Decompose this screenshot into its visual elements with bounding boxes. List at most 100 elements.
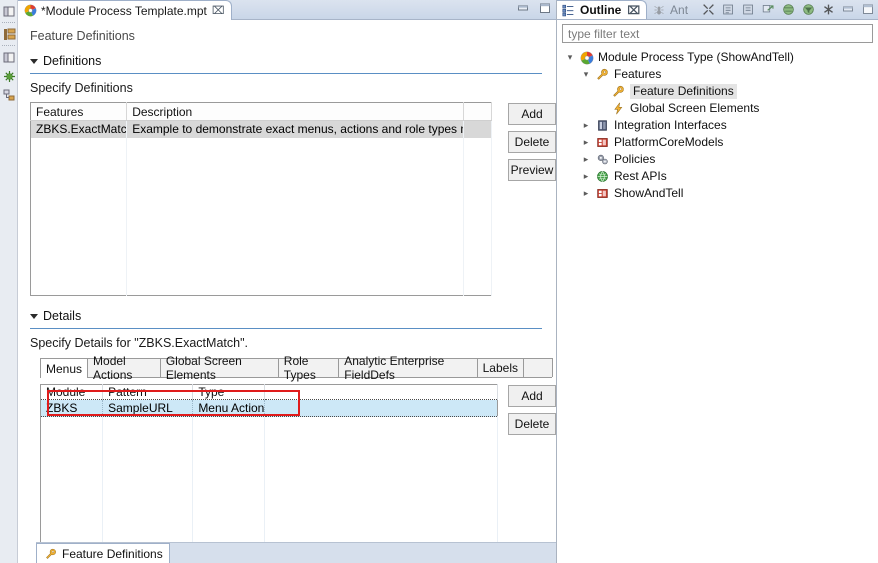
lightning-icon — [611, 101, 626, 116]
tab-outline-label: Outline — [580, 3, 622, 17]
close-icon[interactable]: ⌧ — [212, 4, 225, 17]
definitions-section-header[interactable]: Definitions — [30, 54, 556, 68]
hide-fields-icon[interactable] — [821, 2, 836, 17]
column-header-pattern[interactable]: Pattern — [102, 384, 194, 400]
tree-label: PlatformCoreModels — [614, 135, 724, 149]
column-header-description[interactable]: Description — [126, 102, 464, 121]
chevron-right-icon-integration[interactable]: ▸ — [581, 120, 591, 131]
chevron-down-icon-details[interactable] — [30, 313, 38, 319]
add-button[interactable]: Add — [508, 103, 556, 125]
details-buttons: Add Delete — [508, 385, 556, 435]
maximize-view-icon[interactable] — [861, 2, 876, 17]
tree-node-feature-definitions[interactable]: Feature Definitions — [557, 83, 878, 100]
tree-node-rest-apis[interactable]: ▸ Rest APIs — [557, 168, 878, 185]
perspective-icon[interactable] — [1, 3, 17, 19]
sort-icon[interactable] — [781, 2, 796, 17]
hierarchy-icon[interactable] — [1, 87, 17, 103]
details-section-header[interactable]: Details — [30, 309, 556, 323]
outline-tab-bar: Outline ⌧ Ant — [557, 0, 878, 20]
outline-tree: ▾ Module Process Type (ShowAndTell) ▾ Fe… — [557, 49, 878, 202]
tree-label: Features — [614, 67, 662, 81]
tab-analytic-enterprise-fielddefs[interactable]: Analytic Enterprise FieldDefs — [338, 354, 478, 382]
table-row[interactable]: ZBKS.ExactMatch Example to demonstrate e… — [30, 120, 493, 138]
details-table[interactable]: Module Pattern Type ZBKS SampleURL Menu … — [39, 384, 498, 551]
fast-view-bar[interactable] — [0, 0, 18, 563]
preview-button[interactable]: Preview — [508, 159, 556, 181]
chevron-down-icon[interactable] — [30, 58, 38, 64]
cell-blank — [463, 120, 493, 138]
filter-icon[interactable] — [801, 2, 816, 17]
collapse-node-icon[interactable] — [741, 2, 756, 17]
tab-strip-filler — [523, 358, 553, 377]
tab-global-screen-elements[interactable]: Global Screen Elements — [159, 354, 279, 382]
column-header-blank-2 — [264, 384, 498, 400]
view-icon[interactable] — [1, 49, 17, 65]
tree-label: Global Screen Elements — [630, 101, 760, 115]
fastbar-divider-2 — [2, 45, 15, 46]
editor-window-buttons — [517, 2, 552, 15]
column-header-features[interactable]: Features — [30, 102, 128, 121]
wrench-icon — [43, 546, 58, 561]
tree-label: Module Process Type (ShowAndTell) — [598, 50, 794, 64]
fastbar-divider — [2, 22, 15, 23]
collapse-all-icon[interactable] — [701, 2, 716, 17]
form-tab-feature-definitions[interactable]: Feature Definitions — [36, 543, 170, 563]
maximize-editor-button[interactable] — [539, 2, 552, 15]
tree-label: Feature Definitions — [630, 84, 737, 99]
tree-node-features[interactable]: ▾ Features — [557, 66, 878, 83]
close-icon-outline[interactable]: ⌧ — [627, 4, 640, 17]
table-empty-row — [30, 137, 493, 155]
wrench-icon — [611, 84, 626, 99]
definitions-table[interactable]: Features Description ZBKS.ExactMatch Exa… — [30, 102, 493, 296]
tab-labels[interactable]: Labels — [476, 358, 524, 377]
table-empty-row — [40, 433, 498, 451]
module-process-type-icon — [579, 50, 594, 65]
tree-node-platformcoremodels[interactable]: ▸ PlatformCoreModels — [557, 134, 878, 151]
details-add-button[interactable]: Add — [508, 385, 556, 407]
delete-button[interactable]: Delete — [508, 131, 556, 153]
details-delete-button[interactable]: Delete — [508, 413, 556, 435]
minimize-editor-button[interactable] — [517, 2, 530, 15]
tree-label: Rest APIs — [614, 169, 667, 183]
tab-menus[interactable]: Menus — [40, 358, 89, 378]
filter-input[interactable]: type filter text — [562, 24, 873, 43]
tree-node-global-screen-elements[interactable]: Global Screen Elements — [557, 100, 878, 117]
column-header-type[interactable]: Type — [192, 384, 266, 400]
model-icon — [595, 186, 610, 201]
minimize-view-icon[interactable] — [841, 2, 856, 17]
chevron-right-icon-platform[interactable]: ▸ — [581, 137, 591, 148]
editor-tab-title: *Module Process Template.mpt — [41, 3, 207, 18]
chevron-down-icon-root[interactable]: ▾ — [565, 52, 575, 63]
gears-icon — [595, 152, 610, 167]
details-separator — [30, 328, 542, 329]
cell-pattern: SampleURL — [102, 399, 194, 417]
table-empty-row — [40, 450, 498, 551]
chevron-right-icon-showandtell[interactable]: ▸ — [581, 188, 591, 199]
expand-node-icon[interactable] — [721, 2, 736, 17]
table-empty-row — [40, 416, 498, 434]
definitions-separator — [30, 73, 542, 74]
filter-placeholder: type filter text — [568, 26, 640, 41]
tree-node-showandtell[interactable]: ▸ ShowAndTell — [557, 185, 878, 202]
outline-icon — [561, 3, 576, 18]
tab-model-actions[interactable]: Model Actions — [87, 354, 161, 382]
module-process-type-icon — [23, 3, 38, 18]
debug-icon[interactable] — [1, 68, 17, 84]
tree-node-integration-interfaces[interactable]: ▸ Integration Interfaces — [557, 117, 878, 134]
chevron-right-icon-policies[interactable]: ▸ — [581, 154, 591, 165]
outline-view-icon[interactable] — [1, 26, 17, 42]
chevron-right-icon-rest[interactable]: ▸ — [581, 171, 591, 182]
table-row[interactable]: ZBKS SampleURL Menu Action — [39, 399, 498, 417]
definitions-buttons: Add Delete Preview — [508, 103, 556, 181]
tab-outline[interactable]: Outline ⌧ — [557, 0, 648, 19]
tree-node-module-process-type[interactable]: ▾ Module Process Type (ShowAndTell) — [557, 49, 878, 66]
tree-node-policies[interactable]: ▸ Policies — [557, 151, 878, 168]
cell-description: Example to demonstrate exact menus, acti… — [126, 120, 464, 138]
tab-role-types[interactable]: Role Types — [277, 354, 340, 382]
chevron-down-icon-features[interactable]: ▾ — [581, 69, 591, 80]
column-header-module[interactable]: Module — [40, 384, 104, 400]
link-with-editor-icon[interactable] — [761, 2, 776, 17]
editor-tab-module-process-template[interactable]: *Module Process Template.mpt ⌧ — [18, 0, 232, 20]
form-tab-label: Feature Definitions — [62, 546, 163, 561]
tab-ant[interactable]: Ant — [647, 0, 694, 19]
